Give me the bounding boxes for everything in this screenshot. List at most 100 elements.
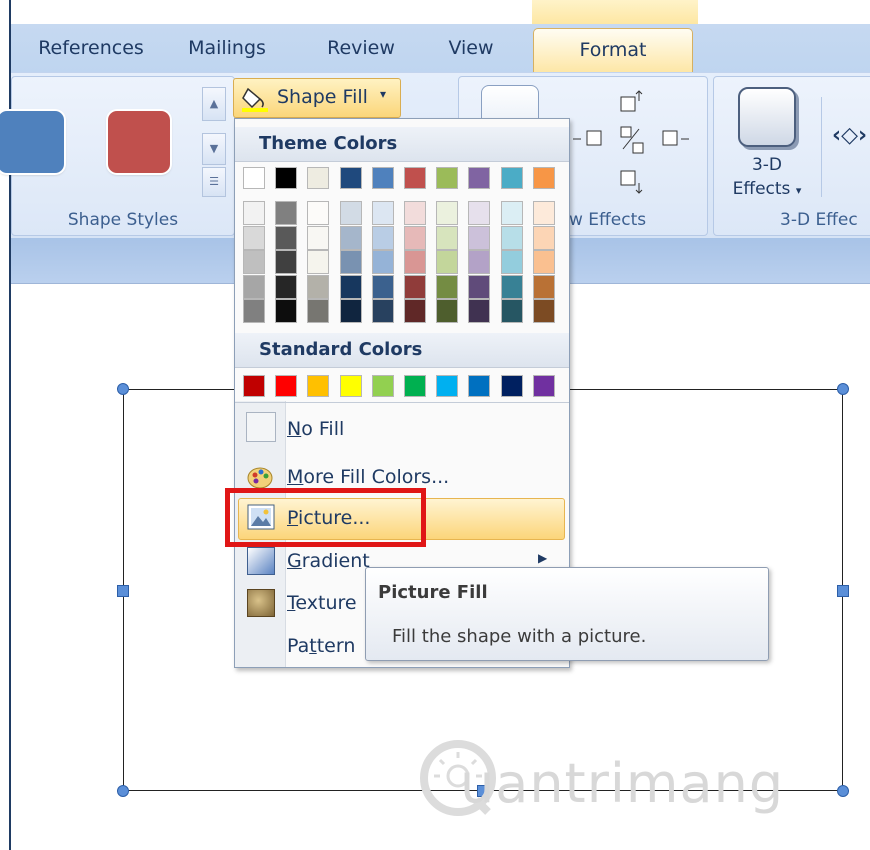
theme-shade-chip[interactable] <box>404 201 426 225</box>
theme-shade-chip[interactable] <box>468 299 491 323</box>
standard-color-chip[interactable] <box>532 375 555 397</box>
theme-shade-chip[interactable] <box>339 274 362 299</box>
menu-item-pattern[interactable]: Pattern <box>287 627 367 665</box>
theme-color-chip[interactable] <box>371 167 394 189</box>
theme-color-chip[interactable] <box>468 167 491 189</box>
theme-shade-chip[interactable] <box>436 274 459 299</box>
theme-shade-chip[interactable] <box>307 250 330 274</box>
theme-shade-chip[interactable] <box>404 250 426 274</box>
theme-shade-chip[interactable] <box>532 274 555 299</box>
theme-shade-chip[interactable] <box>404 225 426 250</box>
submenu-arrow-icon: ▶ <box>538 551 548 565</box>
theme-shade-chip[interactable] <box>371 225 394 250</box>
style-swatch-red[interactable] <box>108 111 170 173</box>
standard-color-chip[interactable] <box>339 375 362 397</box>
theme-shade-chip[interactable] <box>436 299 459 323</box>
theme-shade-chip[interactable] <box>339 225 362 250</box>
menu-divider <box>235 402 569 403</box>
theme-shade-chip[interactable] <box>339 299 362 323</box>
theme-shade-chip[interactable] <box>532 250 555 274</box>
standard-color-chip[interactable] <box>500 375 523 397</box>
theme-shade-chip[interactable] <box>404 274 426 299</box>
standard-color-chip[interactable] <box>243 375 265 397</box>
shape-fill-button[interactable]: Shape Fill ▾ <box>233 78 401 118</box>
theme-shade-chip[interactable] <box>307 299 330 323</box>
theme-color-chip[interactable] <box>307 167 330 189</box>
standard-color-chip[interactable] <box>436 375 459 397</box>
theme-shade-chip[interactable] <box>500 250 523 274</box>
theme-color-chip[interactable] <box>339 167 362 189</box>
theme-shade-chip[interactable] <box>404 299 426 323</box>
theme-color-chip[interactable] <box>275 167 298 189</box>
three-d-button-line1: 3-D <box>751 155 783 175</box>
resize-handle-top-right[interactable] <box>837 383 849 395</box>
theme-shade-chip[interactable] <box>243 225 265 250</box>
theme-shade-chip[interactable] <box>436 250 459 274</box>
theme-shade-chip[interactable] <box>307 225 330 250</box>
style-swatch-blue[interactable] <box>0 111 64 173</box>
theme-shade-chip[interactable] <box>468 250 491 274</box>
theme-colors-header: Theme Colors <box>235 127 569 162</box>
theme-shade-chip[interactable] <box>339 201 362 225</box>
tab-mailings[interactable]: Mailings <box>177 24 277 72</box>
theme-shade-chip[interactable] <box>500 225 523 250</box>
theme-shade-chip[interactable] <box>275 274 298 299</box>
resize-handle-bottom-left[interactable] <box>117 785 129 797</box>
theme-shade-chip[interactable] <box>307 274 330 299</box>
nudge-shadow-icons <box>573 90 689 194</box>
standard-color-chip[interactable] <box>307 375 330 397</box>
theme-shade-chip[interactable] <box>243 299 265 323</box>
theme-shade-chip[interactable] <box>468 225 491 250</box>
theme-shade-chip[interactable] <box>436 225 459 250</box>
tab-references[interactable]: References <box>21 24 161 72</box>
standard-color-chip[interactable] <box>468 375 491 397</box>
theme-shade-chip[interactable] <box>532 225 555 250</box>
theme-shade-chip[interactable] <box>371 274 394 299</box>
theme-shade-chip[interactable] <box>532 299 555 323</box>
theme-shade-chip[interactable] <box>371 201 394 225</box>
theme-color-chip[interactable] <box>500 167 523 189</box>
theme-shade-chip[interactable] <box>436 201 459 225</box>
tab-review[interactable]: Review <box>311 24 411 72</box>
resize-handle-right[interactable] <box>837 585 849 597</box>
resize-handle-bottom-right[interactable] <box>837 785 849 797</box>
theme-shade-chip[interactable] <box>275 250 298 274</box>
theme-shade-chip[interactable] <box>275 225 298 250</box>
standard-color-chip[interactable] <box>404 375 426 397</box>
theme-shade-chip[interactable] <box>500 299 523 323</box>
styles-scroll-down-button[interactable]: ▼ <box>202 133 226 165</box>
theme-shade-chip[interactable] <box>307 201 330 225</box>
resize-handle-top-left[interactable] <box>117 383 129 395</box>
three-d-effects-group: 3-D Effects ▾ ‹◇› 3-D Effec <box>713 76 870 236</box>
menu-item-texture[interactable]: Texture <box>287 584 367 622</box>
theme-color-chip[interactable] <box>532 167 555 189</box>
theme-shade-chip[interactable] <box>243 274 265 299</box>
three-d-effects-button[interactable]: 3-D Effects ▾ <box>724 153 810 203</box>
chevron-down-icon: ▾ <box>380 87 387 101</box>
styles-scroll-up-button[interactable]: ▲ <box>202 87 226 121</box>
theme-shade-chip[interactable] <box>500 201 523 225</box>
theme-shade-chip[interactable] <box>243 201 265 225</box>
theme-shade-grid <box>243 201 563 325</box>
tab-view[interactable]: View <box>431 24 511 72</box>
theme-shade-chip[interactable] <box>275 299 298 323</box>
theme-shade-chip[interactable] <box>371 299 394 323</box>
theme-shade-chip[interactable] <box>468 201 491 225</box>
theme-color-chip[interactable] <box>404 167 426 189</box>
theme-color-chip[interactable] <box>243 167 265 189</box>
theme-shade-chip[interactable] <box>500 274 523 299</box>
standard-color-chip[interactable] <box>275 375 298 397</box>
theme-shade-chip[interactable] <box>243 250 265 274</box>
styles-more-button[interactable]: ☰ <box>202 167 226 197</box>
theme-shade-chip[interactable] <box>468 274 491 299</box>
resize-handle-left[interactable] <box>117 585 129 597</box>
theme-shade-chip[interactable] <box>339 250 362 274</box>
menu-item-no-fill[interactable]: No Fill <box>287 410 557 448</box>
tilt-icon[interactable]: ‹◇› <box>832 123 867 148</box>
theme-shade-chip[interactable] <box>532 201 555 225</box>
theme-shade-chip[interactable] <box>371 250 394 274</box>
standard-color-chip[interactable] <box>371 375 394 397</box>
theme-color-chip[interactable] <box>436 167 459 189</box>
theme-shade-chip[interactable] <box>275 201 298 225</box>
tab-format[interactable]: Format <box>533 28 693 73</box>
